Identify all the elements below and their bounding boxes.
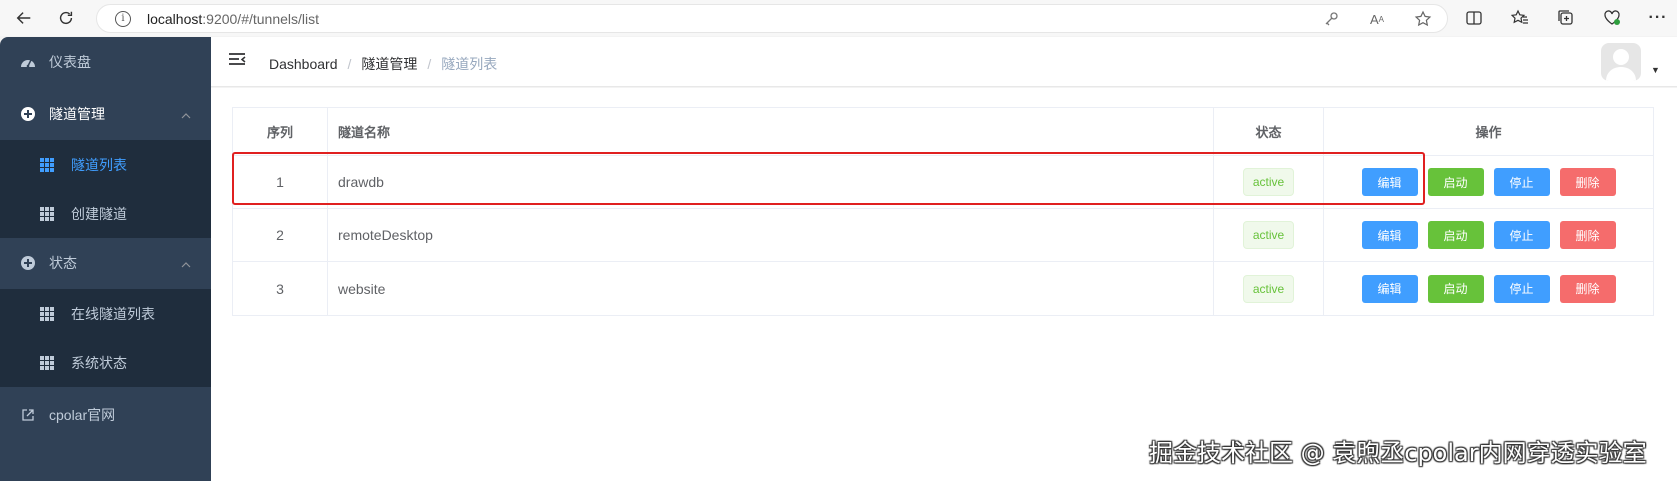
chevron-up-icon <box>181 258 191 268</box>
sidebar-item-status[interactable]: 状态 <box>0 238 211 288</box>
status-badge: active <box>1242 221 1295 249</box>
cell-name: remoteDesktop <box>328 209 1214 261</box>
sidebar: 仪表盘 隧道管理 隧道列表 创建隧道 状态 在线隧道列表 系统状态 cpolar… <box>0 37 211 481</box>
grid-icon <box>40 158 54 172</box>
table-row: 2 remoteDesktop active 编辑 启动 停止 删除 <box>233 209 1653 262</box>
submenu-status: 在线隧道列表 系统状态 <box>0 289 211 387</box>
site-info-icon[interactable]: i <box>115 10 131 27</box>
delete-button[interactable]: 删除 <box>1559 168 1616 196</box>
table-row: 1 drawdb active 编辑 启动 停止 删除 <box>233 156 1653 209</box>
edit-button[interactable]: 编辑 <box>1361 221 1418 249</box>
external-link-icon <box>20 407 36 423</box>
tunnel-table: 序列 隧道名称 状态 操作 1 drawdb active 编辑 启动 停止 删… <box>232 107 1654 316</box>
start-button[interactable]: 启动 <box>1427 221 1484 249</box>
star-icon[interactable] <box>1413 9 1433 29</box>
breadcrumb-dashboard[interactable]: Dashboard <box>269 56 338 72</box>
status-badge: active <box>1242 168 1295 196</box>
status-badge: active <box>1242 274 1295 303</box>
stop-button[interactable]: 停止 <box>1493 221 1550 249</box>
caret-down-icon[interactable]: ▼ <box>1651 65 1660 75</box>
grid-icon <box>40 207 54 221</box>
breadcrumb-tunnel-management[interactable]: 隧道管理 <box>361 54 417 74</box>
cell-index: 1 <box>233 156 328 208</box>
edit-button[interactable]: 编辑 <box>1361 168 1418 196</box>
address-bar[interactable]: i localhost:9200/#/tunnels/list AA <box>96 4 1448 33</box>
delete-button[interactable]: 删除 <box>1559 221 1616 249</box>
back-icon[interactable] <box>13 7 35 29</box>
split-screen-icon[interactable] <box>1462 6 1486 30</box>
col-header-actions: 操作 <box>1475 125 1502 140</box>
url-text[interactable]: localhost:9200/#/tunnels/list <box>147 11 319 27</box>
start-button[interactable]: 启动 <box>1427 168 1484 196</box>
sidebar-item-cpolar-site[interactable]: cpolar官网 <box>0 387 211 442</box>
submenu-tunnel-management: 隧道列表 创建隧道 <box>0 140 211 238</box>
sidebar-item-tunnel-list[interactable]: 隧道列表 <box>0 140 211 190</box>
plus-circle-icon <box>20 106 36 122</box>
cell-index: 3 <box>233 262 328 315</box>
col-header-name: 隧道名称 <box>328 108 1214 155</box>
start-button[interactable]: 启动 <box>1427 274 1484 303</box>
sidebar-item-create-tunnel[interactable]: 创建隧道 <box>0 189 211 239</box>
breadcrumb-current: 隧道列表 <box>441 56 498 72</box>
chevron-up-icon <box>181 109 191 119</box>
grid-icon <box>40 307 54 321</box>
cell-index: 2 <box>233 209 328 261</box>
table-row: 3 website active 编辑 启动 停止 删除 <box>233 262 1653 315</box>
watermark-text: 掘金技术社区 @ 袁煦丞cpolar内网穿透实验室 <box>1149 439 1647 467</box>
main-content: 序列 隧道名称 状态 操作 1 drawdb active 编辑 启动 停止 删… <box>211 88 1677 481</box>
sidebar-item-dashboard[interactable]: 仪表盘 <box>0 37 211 87</box>
dashboard-icon <box>20 54 36 70</box>
more-icon[interactable]: ··· <box>1646 6 1670 30</box>
sidebar-item-tunnel-management[interactable]: 隧道管理 <box>0 89 211 139</box>
plus-circle-icon <box>20 255 36 271</box>
stop-button[interactable]: 停止 <box>1493 168 1550 196</box>
col-header-index: 序列 <box>233 108 328 155</box>
sidebar-item-system-status[interactable]: 系统状态 <box>0 338 211 388</box>
read-aloud-icon[interactable]: AA <box>1367 9 1387 29</box>
edit-button[interactable]: 编辑 <box>1361 274 1418 303</box>
col-header-status: 状态 <box>1214 108 1324 155</box>
sidebar-item-online-tunnels[interactable]: 在线隧道列表 <box>0 289 211 339</box>
cell-name: website <box>328 262 1214 315</box>
breadcrumb: Dashboard / 隧道管理 / 隧道列表 <box>269 54 498 74</box>
browser-essentials-icon[interactable] <box>1600 6 1624 30</box>
grid-icon <box>40 356 54 370</box>
delete-button[interactable]: 删除 <box>1559 274 1616 303</box>
browser-toolbar: i localhost:9200/#/tunnels/list AA ··· <box>0 0 1677 36</box>
navbar: Dashboard / 隧道管理 / 隧道列表 ▼ <box>211 37 1677 87</box>
table-header-row: 序列 隧道名称 状态 操作 <box>233 108 1653 156</box>
cell-name: drawdb <box>328 156 1214 208</box>
collections-icon[interactable] <box>1554 6 1578 30</box>
hamburger-icon[interactable] <box>228 52 246 68</box>
avatar[interactable] <box>1601 43 1641 81</box>
favorites-icon[interactable] <box>1508 6 1532 30</box>
refresh-icon[interactable] <box>55 7 77 29</box>
key-icon[interactable] <box>1321 9 1341 29</box>
stop-button[interactable]: 停止 <box>1493 274 1550 303</box>
